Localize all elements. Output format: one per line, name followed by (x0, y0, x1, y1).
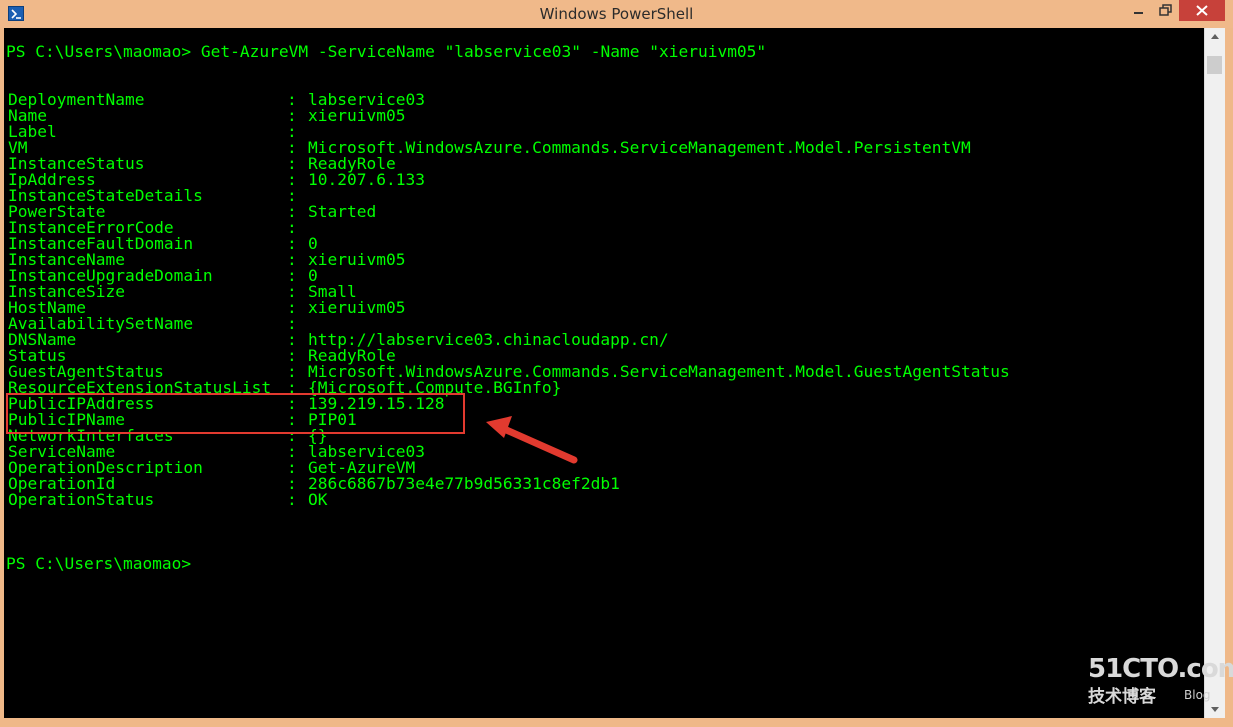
property-name: OperationStatus (8, 490, 155, 509)
property-row: PowerState: Started (6, 202, 1196, 221)
watermark-tagline: 技术博客 (1088, 687, 1156, 707)
property-row: InstanceStateDetails: (6, 187, 1196, 204)
title-bar[interactable]: Windows PowerShell (0, 0, 1233, 28)
final-prompt: PS C:\Users\maomao> (6, 554, 192, 573)
property-row: VM: Microsoft.WindowsAzure.Commands.Servi… (6, 138, 1196, 157)
command-line: PS C:\Users\maomao> Get-AzureVM -Service… (6, 42, 767, 61)
vertical-scrollbar[interactable] (1204, 28, 1225, 718)
property-value: xieruivm05 (308, 298, 406, 317)
watermark-brand: 51CTO.com (1088, 654, 1233, 684)
property-row: InstanceUpgradeDomain:0 (6, 267, 1196, 284)
property-row: InstanceStatus: ReadyRole (6, 155, 1196, 172)
property-row: OperationStatus: OK (6, 490, 1196, 509)
property-row: OperationId:286c6867b73e4e77b9d56331c8ef… (6, 474, 1196, 493)
property-row: InstanceFaultDomain:0 (6, 235, 1196, 252)
close-button[interactable] (1179, 0, 1225, 21)
property-row: DNSName: http://labservice03.chinacloudap… (6, 331, 1196, 348)
prompt: PS C:\Users\maomao> (6, 42, 192, 61)
property-value: xieruivm05 (308, 106, 406, 125)
highlight-box (6, 393, 465, 434)
property-value: xieruivm05 (308, 250, 406, 269)
property-value: OK (308, 490, 328, 509)
red-arrow-icon (486, 416, 578, 464)
property-row: DeploymentName: labservice03 (6, 91, 1196, 108)
property-row: Name: xieruivm05 (6, 106, 1196, 125)
minimize-button[interactable] (1125, 0, 1153, 21)
watermark-blog: Blog (1184, 688, 1211, 702)
command-text: Get-AzureVM -ServiceName "labservice03" … (200, 42, 767, 61)
property-value: Microsoft.WindowsAzure.Commands.ServiceM… (308, 138, 971, 157)
console-output[interactable]: PS C:\Users\maomao> Get-AzureVM -Service… (4, 28, 1204, 718)
restore-button[interactable] (1153, 0, 1179, 21)
scroll-up-icon[interactable] (1205, 28, 1225, 46)
window-title: Windows PowerShell (539, 5, 694, 23)
property-value: 10.207.6.133 (308, 170, 425, 189)
property-row: InstanceSize: Small (6, 283, 1196, 300)
property-separator: : (287, 490, 297, 509)
property-value: Started (308, 202, 377, 221)
property-value: 286c6867b73e4e77b9d56331c8ef2db1 (308, 474, 620, 493)
watermark-logo: 51CTO.com 技术博客 Blog (1088, 654, 1233, 707)
scroll-thumb[interactable] (1207, 56, 1222, 74)
